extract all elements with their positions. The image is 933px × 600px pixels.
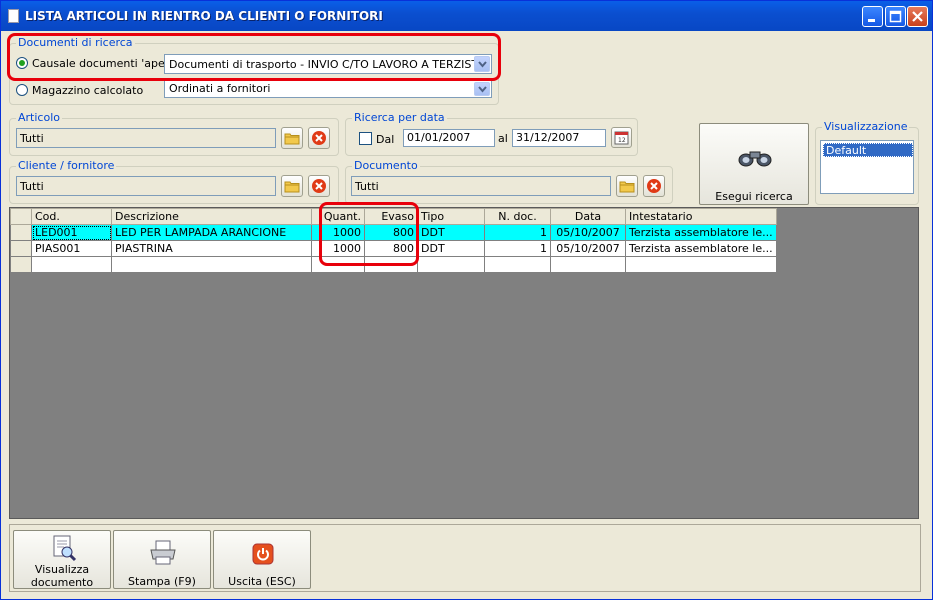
- printer-icon: [150, 540, 176, 565]
- uscita-label: Uscita (ESC): [228, 575, 296, 588]
- cliente-fornitore-value: Tutti: [20, 180, 44, 193]
- binoculars-icon: [738, 151, 772, 167]
- cell-tipo[interactable]: DDT: [417, 224, 485, 241]
- cliente-fornitore-group: Cliente / fornitore Tutti: [9, 159, 339, 204]
- cell-cod[interactable]: LED001: [31, 224, 112, 241]
- dal-label: Dal: [376, 133, 395, 146]
- cliente-fornitore-legend: Cliente / fornitore: [16, 159, 117, 172]
- minimize-button[interactable]: [862, 6, 883, 27]
- cell-data[interactable]: 05/10/2007: [550, 224, 626, 241]
- minimize-icon: [868, 19, 875, 22]
- articolo-field[interactable]: Tutti: [16, 128, 276, 148]
- stampa-label: Stampa (F9): [128, 575, 196, 588]
- col-header-descrizione[interactable]: Descrizione: [111, 208, 312, 225]
- clear-icon: [647, 179, 661, 193]
- documento-group: Documento Tutti: [345, 159, 673, 204]
- row-selector[interactable]: [10, 240, 32, 257]
- articolo-field-value: Tutti: [20, 132, 44, 145]
- cell-data[interactable]: 05/10/2007: [550, 240, 626, 257]
- documento-field[interactable]: Tutti: [351, 176, 611, 196]
- documento-legend: Documento: [352, 159, 420, 172]
- ricerca-data-legend: Ricerca per data: [352, 111, 447, 124]
- bottom-toolbar: Visualizza documento Stampa (F9) Uscita …: [9, 524, 921, 592]
- visualizzazione-list[interactable]: Default: [820, 140, 914, 194]
- cliente-fornitore-field[interactable]: Tutti: [16, 176, 276, 196]
- col-header-data[interactable]: Data: [550, 208, 626, 225]
- col-header-ndoc[interactable]: N. doc.: [484, 208, 551, 225]
- calendar-icon: 12: [614, 131, 629, 145]
- title-bar: LISTA ARTICOLI IN RIENTRO DA CLIENTI O F…: [1, 1, 932, 31]
- svg-text:12: 12: [618, 137, 626, 144]
- window-title: LISTA ARTICOLI IN RIENTRO DA CLIENTI O F…: [25, 9, 383, 23]
- maximize-button[interactable]: [885, 6, 906, 27]
- col-header-tipo[interactable]: Tipo: [417, 208, 485, 225]
- esegui-ricerca-button[interactable]: Esegui ricerca: [699, 123, 809, 205]
- documento-clear-button[interactable]: [643, 175, 665, 197]
- visualizza-documento-button[interactable]: Visualizza documento: [13, 530, 111, 589]
- maximize-icon: [889, 10, 902, 23]
- power-icon: [252, 543, 274, 565]
- main-window: LISTA ARTICOLI IN RIENTRO DA CLIENTI O F…: [0, 0, 933, 600]
- cell-ndoc[interactable]: 1: [484, 224, 551, 241]
- close-icon: [912, 11, 923, 22]
- cliente-browse-button[interactable]: [281, 175, 303, 197]
- visualizzazione-legend: Visualizzazione: [822, 120, 910, 133]
- cell-cod[interactable]: PIAS001: [31, 240, 112, 257]
- col-header-cod[interactable]: Cod.: [31, 208, 112, 225]
- from-date-field[interactable]: 01/01/2007: [403, 129, 495, 147]
- document-icon: [8, 9, 19, 23]
- visualizza-label-2: documento: [30, 576, 94, 589]
- articolo-browse-button[interactable]: [281, 127, 303, 149]
- cliente-clear-button[interactable]: [308, 175, 330, 197]
- articolo-group: Articolo Tutti: [9, 111, 339, 156]
- visualizza-label-1: Visualizza: [34, 563, 90, 576]
- annotation-highlight-causale: [7, 33, 501, 81]
- magazzino-radio-label: Magazzino calcolato: [32, 84, 144, 97]
- visualizzazione-item-default[interactable]: Default: [823, 143, 913, 157]
- results-grid-area: Cod. Descrizione Quant. Evaso Tipo N. do…: [9, 207, 919, 519]
- col-header-intestatario[interactable]: Intestatario: [625, 208, 777, 225]
- close-button[interactable]: [907, 6, 928, 27]
- to-date-field[interactable]: 31/12/2007: [512, 129, 606, 147]
- magazzino-dropdown-button[interactable]: [474, 82, 490, 96]
- row-selector[interactable]: [10, 224, 32, 241]
- cell-intestatario[interactable]: Terzista assemblatore le...: [625, 224, 777, 241]
- cell-descrizione[interactable]: PIASTRINA: [111, 240, 312, 257]
- clear-icon: [312, 131, 326, 145]
- to-date-value: 31/12/2007: [516, 131, 580, 144]
- cell-tipo[interactable]: DDT: [417, 240, 485, 257]
- cell-descrizione[interactable]: LED PER LAMPADA ARANCIONE: [111, 224, 312, 241]
- uscita-button[interactable]: Uscita (ESC): [213, 530, 311, 589]
- magazzino-combo[interactable]: Ordinati a fornitori: [164, 80, 492, 98]
- folder-icon: [619, 181, 635, 193]
- chevron-down-icon: [478, 86, 487, 93]
- calendar-button[interactable]: 12: [611, 127, 632, 148]
- cell-intestatario[interactable]: Terzista assemblatore le...: [625, 240, 777, 257]
- visualizzazione-group: Visualizzazione Default: [815, 120, 919, 205]
- cell-ndoc[interactable]: 1: [484, 240, 551, 257]
- document-search-icon: [53, 535, 77, 562]
- folder-icon: [284, 181, 300, 193]
- documento-browse-button[interactable]: [616, 175, 638, 197]
- row-selector[interactable]: [10, 256, 32, 273]
- from-date-value: 01/01/2007: [407, 131, 471, 144]
- dal-checkbox[interactable]: [359, 132, 372, 145]
- esegui-ricerca-label: Esegui ricerca: [715, 190, 793, 203]
- magazzino-radio[interactable]: [16, 84, 28, 96]
- annotation-highlight-quantities: [319, 202, 419, 266]
- ricerca-data-group: Ricerca per data Dal 01/01/2007 al 31/12…: [345, 111, 638, 156]
- articolo-legend: Articolo: [16, 111, 62, 124]
- grid-corner: [10, 208, 32, 225]
- stampa-button[interactable]: Stampa (F9): [113, 530, 211, 589]
- documento-field-value: Tutti: [355, 180, 379, 193]
- articolo-clear-button[interactable]: [308, 127, 330, 149]
- folder-icon: [284, 133, 300, 145]
- al-label: al: [498, 132, 508, 145]
- clear-icon: [312, 179, 326, 193]
- magazzino-combo-value: Ordinati a fornitori: [169, 82, 271, 95]
